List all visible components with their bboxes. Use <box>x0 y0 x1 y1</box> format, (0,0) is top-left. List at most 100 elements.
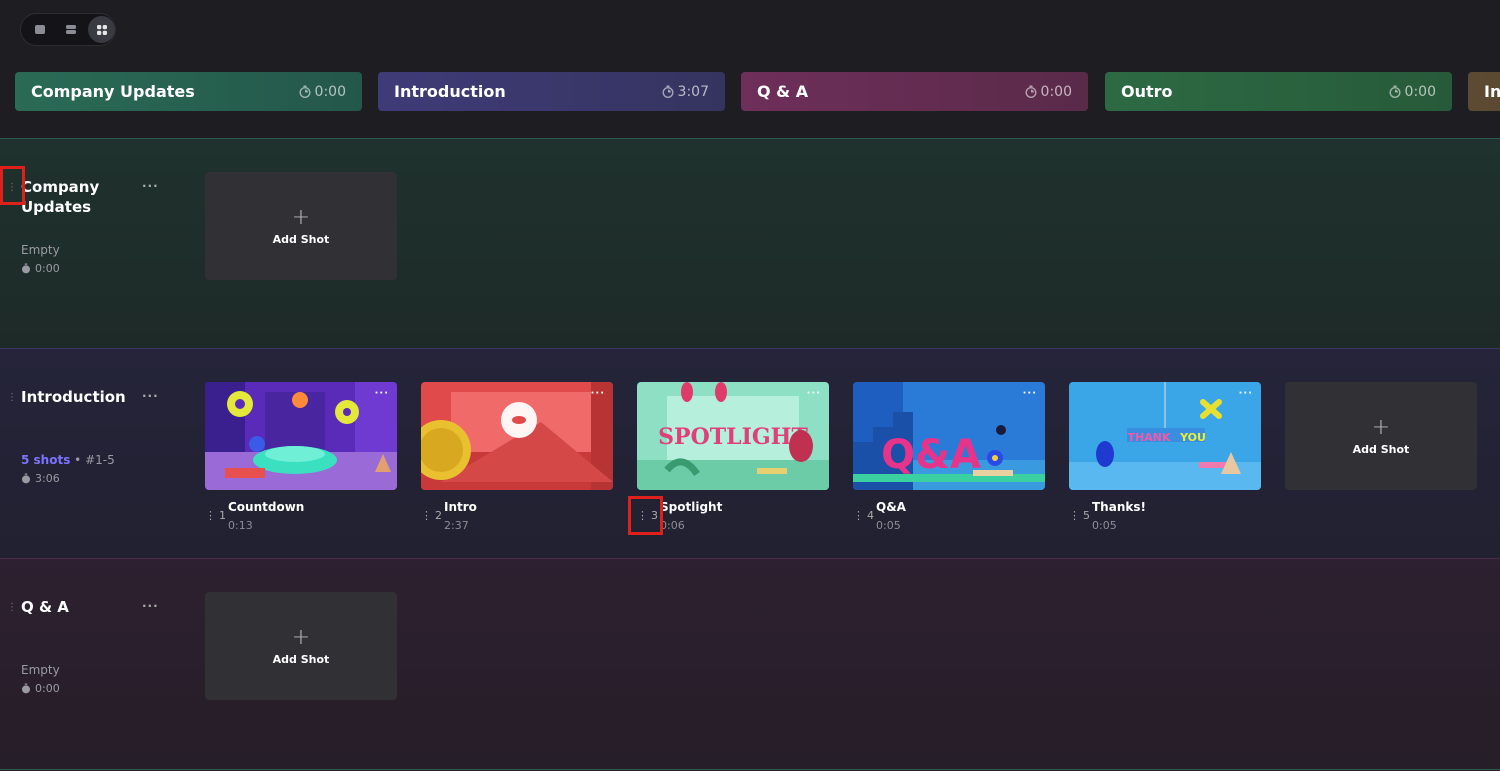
section-title[interactable]: Q & A <box>21 597 136 617</box>
shot-duration: 2:37 <box>444 519 469 532</box>
row-divider <box>0 348 1500 349</box>
section-row-company-updates: ⋮ Company Updates ··· Empty 0:00 + Add S… <box>0 138 1500 348</box>
shot-thumbnail[interactable]: ··· <box>421 382 613 490</box>
section-duration-text: 3:06 <box>35 472 60 485</box>
shot-number[interactable]: ⋮ 2 <box>421 509 442 522</box>
shot-thumbnail[interactable]: Q&A ··· <box>853 382 1045 490</box>
shot-number-text: 2 <box>435 509 442 522</box>
add-shot-button[interactable]: + Add Shot <box>205 172 397 280</box>
add-shot-label: Add Shot <box>1352 442 1410 456</box>
shot-duration: 0:05 <box>876 519 901 532</box>
shot-number[interactable]: ⋮ 1 <box>205 509 226 522</box>
plus-icon: + <box>1371 414 1391 440</box>
drag-handle-icon[interactable]: ⋮ <box>7 393 17 403</box>
chip-duration: 0:00 <box>299 84 346 100</box>
shots-count-link[interactable]: 5 shots <box>21 453 70 467</box>
section-shot-info: 5 shots • #1-5 <box>21 453 115 467</box>
shot-duration: 0:13 <box>228 519 253 532</box>
shot-thumbnail[interactable]: SPOTLIGHT ··· <box>637 382 829 490</box>
row-divider <box>0 558 1500 559</box>
shot-menu-button[interactable]: ··· <box>1239 388 1253 399</box>
section-duration-text: 0:00 <box>35 262 60 275</box>
stopwatch-icon <box>22 473 30 484</box>
section-title[interactable]: Company Updates <box>21 177 136 217</box>
you-text: YOU <box>1179 431 1206 444</box>
row-divider <box>0 138 1500 139</box>
shot-range: #1-5 <box>85 453 115 467</box>
chip-title: In <box>1484 82 1500 101</box>
shot-thumbnail[interactable]: ··· <box>205 382 397 490</box>
section-title[interactable]: Introduction <box>21 387 136 407</box>
shot-number-text: 1 <box>219 509 226 522</box>
shot-card[interactable]: SPOTLIGHT ··· ⋮ 3 Spotlight 0:06 <box>637 382 829 532</box>
shot-duration: 0:05 <box>1092 519 1117 532</box>
shot-title: Countdown <box>228 500 305 514</box>
drag-handle-icon[interactable]: ⋮ <box>205 509 216 522</box>
plus-icon: + <box>291 204 311 230</box>
shot-title: Thanks! <box>1092 500 1146 514</box>
section-status: Empty <box>21 663 60 677</box>
stopwatch-icon <box>299 85 311 98</box>
add-shot-button[interactable]: + Add Shot <box>1285 382 1477 490</box>
shot-menu-button[interactable]: ··· <box>1023 388 1037 399</box>
chip-title: Q & A <box>757 82 809 101</box>
plus-icon: + <box>291 624 311 650</box>
section-duration: 3:06 <box>21 472 60 485</box>
section-menu-button[interactable]: ··· <box>142 389 159 403</box>
section-row-introduction: ⋮ Introduction ··· 5 shots • #1-5 3:06 ·… <box>0 348 1500 558</box>
shot-thumbnail[interactable]: THANK YOU ··· <box>1069 382 1261 490</box>
chip-duration: 0:00 <box>1389 84 1436 100</box>
section-duration: 0:00 <box>21 682 60 695</box>
chip-duration: 0:00 <box>1025 84 1072 100</box>
stopwatch-icon <box>1389 85 1401 98</box>
chip-qa[interactable]: Q & A 0:00 <box>741 72 1088 111</box>
spotlight-text: SPOTLIGHT <box>658 424 808 450</box>
chip-duration-text: 0:00 <box>1404 83 1436 100</box>
chip-duration: 3:07 <box>662 84 709 100</box>
row-divider <box>0 769 1500 770</box>
chip-company-updates[interactable]: Company Updates 0:00 <box>15 72 362 111</box>
drag-handle-icon[interactable]: ⋮ <box>853 509 864 522</box>
shot-number[interactable]: ⋮ 4 <box>853 509 874 522</box>
list-view-icon[interactable] <box>26 16 53 43</box>
shot-menu-button[interactable]: ··· <box>807 388 821 399</box>
chip-duration-text: 0:00 <box>314 83 346 100</box>
section-row-qa: ⋮ Q & A ··· Empty 0:00 + Add Shot <box>0 558 1500 771</box>
section-menu-button[interactable]: ··· <box>142 599 159 613</box>
shot-card[interactable]: ··· ⋮ 1 Countdown 0:13 <box>205 382 397 532</box>
shot-menu-button[interactable]: ··· <box>591 388 605 399</box>
add-shot-button[interactable]: + Add Shot <box>205 592 397 700</box>
section-duration: 0:00 <box>21 262 60 275</box>
chip-title: Outro <box>1121 82 1173 101</box>
compact-view-icon[interactable] <box>57 16 84 43</box>
qa-text: Q&A <box>881 432 981 478</box>
grid-view-icon[interactable] <box>88 16 115 43</box>
shot-number[interactable]: ⋮ 5 <box>1069 509 1090 522</box>
shot-card[interactable]: THANK YOU ··· ⋮ 5 Thanks! 0:05 <box>1069 382 1261 532</box>
episode-board: Company Updates 0:00 Introduction 3:07 Q… <box>0 0 1500 771</box>
shot-title: Spotlight <box>660 500 723 514</box>
highlight-box <box>0 166 25 205</box>
chip-title: Company Updates <box>31 82 195 101</box>
drag-handle-icon[interactable]: ⋮ <box>1069 509 1080 522</box>
view-toggle <box>20 13 116 46</box>
chip-outro[interactable]: Outro 0:00 <box>1105 72 1452 111</box>
drag-handle-icon[interactable]: ⋮ <box>7 603 17 613</box>
shot-menu-button[interactable]: ··· <box>375 388 389 399</box>
section-status: Empty <box>21 243 60 257</box>
section-duration-text: 0:00 <box>35 682 60 695</box>
section-menu-button[interactable]: ··· <box>142 179 159 193</box>
chip-duration-text: 0:00 <box>1040 83 1072 100</box>
chip-introduction[interactable]: Introduction 3:07 <box>378 72 725 111</box>
meta-separator: • <box>74 453 82 467</box>
shot-title: Q&A <box>876 500 906 514</box>
shot-duration: 0:06 <box>660 519 685 532</box>
add-shot-label: Add Shot <box>272 652 330 666</box>
shot-card[interactable]: ··· ⋮ 2 Intro 2:37 <box>421 382 613 532</box>
chip-partial[interactable]: In <box>1468 72 1500 111</box>
shot-card[interactable]: Q&A ··· ⋮ 4 Q&A 0:05 <box>853 382 1045 532</box>
chip-title: Introduction <box>394 82 506 101</box>
add-shot-label: Add Shot <box>272 232 330 246</box>
drag-handle-icon[interactable]: ⋮ <box>421 509 432 522</box>
thank-text: THANK <box>1128 431 1171 444</box>
